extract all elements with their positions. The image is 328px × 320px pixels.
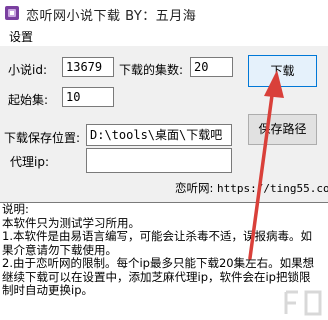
save-path-label: 下载保存位置:: [4, 131, 81, 145]
save-path-input[interactable]: D:\tools\桌面\下载吧: [86, 124, 232, 146]
episodes-label: 下载的集数:: [119, 63, 184, 77]
notes-line: 继续下载可以在设置中，添加芝麻代理ip，软件会在ip把锁限: [2, 269, 311, 284]
window-title: 恋听网小说下载 BY：五月海: [26, 9, 197, 24]
site-info: 恋听网: https://ting55.com: [175, 180, 328, 196]
episodes-input[interactable]: 20: [190, 57, 233, 77]
site-label: 恋听网:: [175, 181, 214, 195]
download-button[interactable]: 下载: [248, 55, 317, 87]
novel-id-input[interactable]: 13679: [62, 57, 114, 77]
app-icon: [5, 6, 19, 20]
notes-line: 说明:: [2, 202, 29, 216]
menu-settings[interactable]: 设置: [9, 28, 33, 45]
menu-bar: 设置: [0, 26, 328, 46]
save-path-button[interactable]: 保存路径: [248, 114, 317, 145]
start-label: 起始集:: [8, 93, 49, 107]
proxy-label: 代理ip:: [10, 155, 49, 169]
start-input[interactable]: 10: [62, 87, 114, 107]
novel-id-label: 小说id:: [8, 63, 47, 77]
site-url[interactable]: https://ting55.com: [217, 182, 328, 195]
proxy-input[interactable]: [86, 148, 232, 173]
watermark-logo: [284, 290, 322, 316]
notes-line: 本软件只为测试学习所用。: [2, 215, 140, 230]
notes-line: 1.本软件是由易语言编写，可能会让杀毒不适，误报病毒。如: [2, 229, 312, 243]
notes-line: 2.由于恋听网的限制。每个ip最多只能下载20集左右。如果想: [2, 256, 315, 270]
notes-line: 果介意请勿下载使用。: [2, 242, 117, 257]
title-bar: 恋听网小说下载 BY：五月海: [0, 0, 328, 26]
